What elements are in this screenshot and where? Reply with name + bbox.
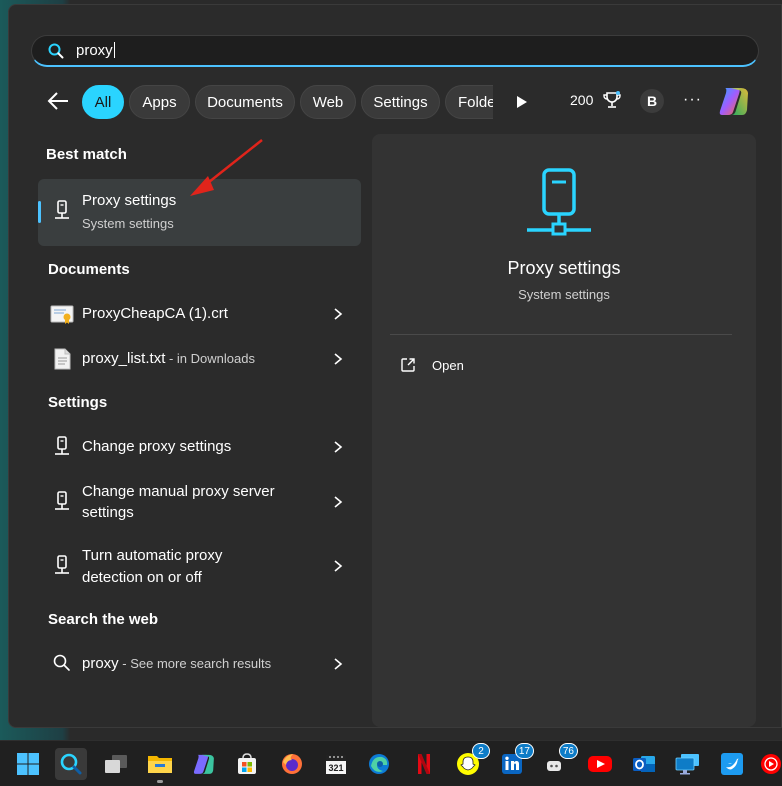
tab-apps[interactable]: Apps: [129, 85, 190, 119]
tab-all[interactable]: All: [82, 85, 124, 119]
certificate-icon: [50, 305, 74, 324]
taskbar-task-view[interactable]: [100, 748, 132, 780]
search-icon: [60, 753, 82, 775]
taskbar-remote-desktop[interactable]: [672, 748, 704, 780]
settings-item-label-line2: detection on or off: [82, 569, 202, 586]
running-indicator: [157, 780, 163, 783]
taskbar-firefox[interactable]: [276, 748, 308, 780]
firefox-icon: [282, 754, 302, 774]
settings-item-label: Change proxy settings: [82, 438, 232, 455]
preview-pane: Proxy settings System settings Open: [372, 134, 756, 727]
taskbar: 321 2 17 76: [0, 740, 782, 786]
taskbar-youtube-music[interactable]: [760, 748, 782, 780]
proxy-settings-icon: [55, 491, 69, 510]
best-match-title: Proxy settings: [82, 192, 177, 209]
best-match-heading: Best match: [46, 146, 127, 163]
selection-indicator: [38, 201, 41, 223]
account-avatar[interactable]: B: [640, 89, 664, 113]
tab-web[interactable]: Web: [300, 85, 356, 119]
taskbar-outlook[interactable]: [628, 748, 660, 780]
settings-item-change-proxy[interactable]: Change proxy settings: [38, 425, 361, 469]
best-match-subtitle: System settings: [82, 216, 174, 231]
proxy-settings-icon: [55, 555, 69, 574]
document-item-certificate[interactable]: ProxyCheapCA (1).crt: [38, 292, 361, 336]
open-external-icon: [401, 358, 415, 372]
outlook-icon: [633, 756, 655, 772]
taskbar-snapchat[interactable]: 2: [452, 743, 490, 780]
document-title: ProxyCheapCA (1).crt: [82, 305, 228, 322]
best-match-item[interactable]: Proxy settings System settings: [38, 179, 361, 246]
folder-icon: [148, 756, 172, 773]
taskbar-discord[interactable]: 76: [540, 743, 578, 780]
back-arrow-icon[interactable]: [46, 90, 72, 112]
edge-icon: [369, 754, 389, 774]
calendar-icon: 321: [326, 755, 346, 774]
tab-settings[interactable]: Settings: [361, 85, 440, 119]
search-input[interactable]: proxy: [31, 35, 759, 67]
settings-item-label-line2: settings: [82, 504, 134, 521]
settings-item-auto-detect[interactable]: Turn automatic proxy detection on or off: [38, 537, 361, 595]
windows-logo-icon: [17, 753, 39, 775]
taskbar-twitter[interactable]: [716, 748, 748, 780]
settings-item-manual-proxy[interactable]: Change manual proxy server settings: [38, 473, 361, 531]
preview-subtitle: System settings: [518, 287, 610, 302]
tab-documents[interactable]: Documents: [195, 85, 295, 119]
document-title: proxy_list.txt - in Downloads: [82, 350, 255, 367]
notification-badge: 2: [472, 743, 490, 759]
text-file-icon: [54, 348, 71, 370]
netflix-icon: [418, 754, 430, 774]
tab-folders[interactable]: Folde: [445, 85, 493, 119]
documents-heading: Documents: [48, 261, 130, 278]
document-item-text[interactable]: proxy_list.txt - in Downloads: [38, 337, 361, 381]
chevron-right-icon: [334, 496, 343, 508]
taskbar-youtube[interactable]: [584, 748, 616, 780]
web-search-item[interactable]: proxy - See more search results: [38, 642, 361, 686]
taskbar-netflix[interactable]: [408, 748, 440, 780]
taskbar-start[interactable]: [12, 748, 44, 780]
taskbar-linkedin[interactable]: 17: [496, 743, 534, 780]
rewards-points: 200: [570, 92, 594, 108]
chevron-right-icon: [334, 560, 343, 572]
chevron-right-icon: [334, 308, 343, 320]
youtube-icon: [588, 756, 612, 772]
search-web-heading: Search the web: [48, 611, 159, 628]
notification-badge: 76: [558, 743, 578, 759]
search-icon: [53, 654, 70, 671]
proxy-settings-icon: [55, 436, 69, 455]
notification-badge: 17: [514, 743, 534, 759]
taskbar-file-explorer[interactable]: [144, 748, 176, 783]
play-icon[interactable]: [512, 93, 530, 111]
proxy-settings-large-icon: [527, 168, 591, 236]
more-options-icon[interactable]: ···: [683, 91, 702, 109]
monitor-icon: [675, 754, 699, 775]
chevron-right-icon: [334, 441, 343, 453]
preview-divider: [390, 334, 732, 335]
proxy-settings-icon: [55, 200, 69, 219]
search-icon: [48, 43, 64, 59]
copilot-icon: [193, 754, 214, 774]
taskbar-search[interactable]: [55, 748, 87, 780]
rewards-trophy-icon[interactable]: [602, 90, 622, 110]
preview-title: Proxy settings: [507, 258, 621, 278]
settings-heading: Settings: [48, 394, 108, 411]
taskbar-store[interactable]: [231, 748, 263, 780]
taskbar-calendar-app[interactable]: 321: [320, 748, 352, 780]
web-search-query: proxy - See more search results: [82, 655, 272, 672]
music-icon: [761, 754, 781, 774]
store-icon: [238, 753, 256, 774]
svg-text:321: 321: [328, 763, 343, 773]
copilot-icon[interactable]: [717, 84, 751, 118]
taskbar-copilot[interactable]: [188, 748, 220, 780]
taskbar-edge[interactable]: [363, 748, 395, 780]
search-query: proxy: [76, 42, 115, 59]
settings-item-label: Turn automatic proxy: [82, 547, 223, 564]
chevron-right-icon: [334, 353, 343, 365]
open-label: Open: [432, 358, 464, 373]
chevron-right-icon: [334, 658, 343, 670]
twitter-icon: [721, 753, 743, 775]
settings-item-label: Change manual proxy server: [82, 483, 275, 500]
task-view-icon: [105, 755, 127, 773]
